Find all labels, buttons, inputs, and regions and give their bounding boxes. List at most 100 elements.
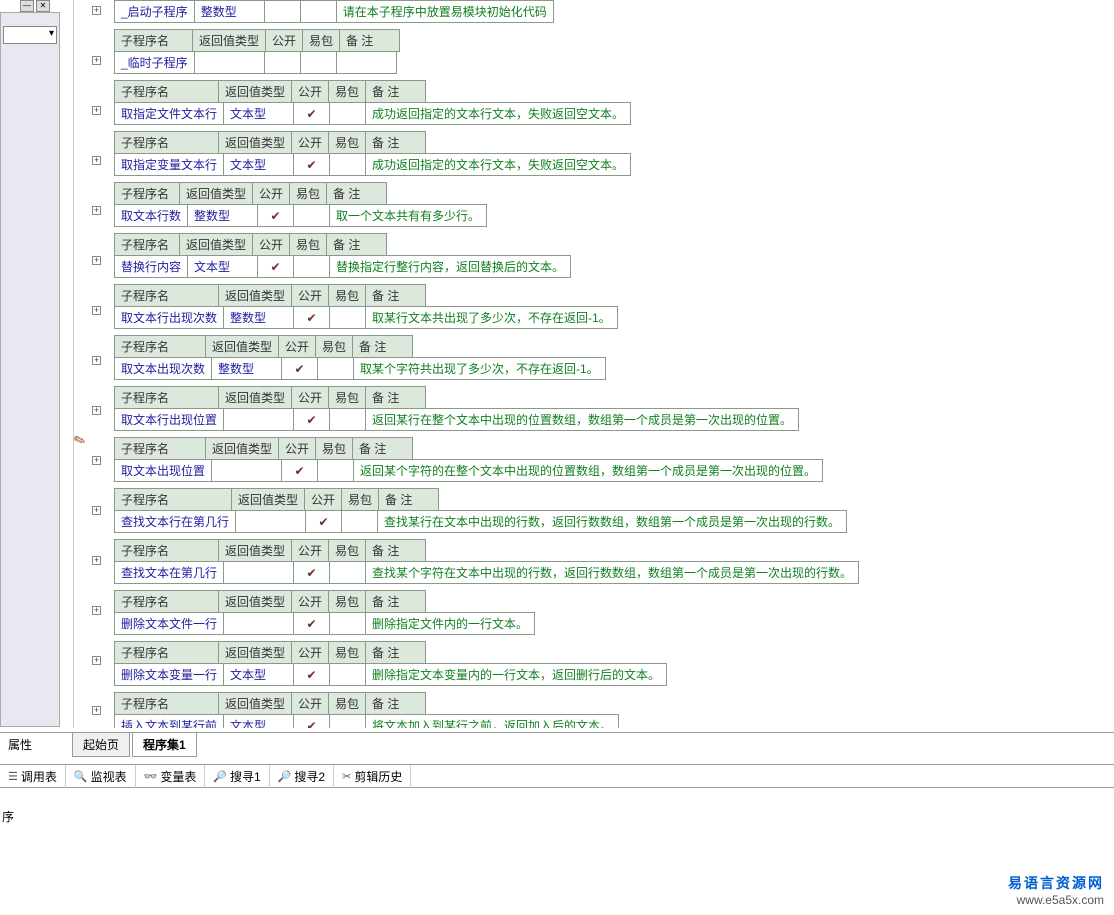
expand-button[interactable]: +	[92, 306, 101, 315]
subroutine-row[interactable]: 取文本行数整数型✔ 取一个文本共有有多少行。	[114, 204, 487, 227]
expand-button[interactable]: +	[92, 106, 101, 115]
sub-package[interactable]	[318, 460, 354, 482]
sub-comment[interactable]: 取某个字符共出现了多少次，不存在返回-1。	[354, 358, 606, 380]
sub-comment[interactable]: 取某行文本共出现了多少次，不存在返回-1。	[366, 307, 618, 329]
expand-button[interactable]: +	[92, 406, 101, 415]
sub-package[interactable]	[300, 1, 336, 23]
expand-button[interactable]: +	[92, 256, 101, 265]
sub-name[interactable]: 查找文本在第几行	[115, 562, 224, 584]
sub-public[interactable]: ✔	[258, 205, 294, 227]
sub-comment[interactable]: 成功返回指定的文本行文本，失败返回空文本。	[366, 154, 631, 176]
sub-comment[interactable]: 请在本子程序中放置易模块初始化代码	[336, 1, 553, 23]
sub-public[interactable]: ✔	[294, 664, 330, 686]
sub-package[interactable]	[342, 511, 378, 533]
minimize-button[interactable]: —	[20, 0, 34, 12]
tool-tab-监视表[interactable]: 🔍监视表	[66, 765, 136, 788]
sub-name[interactable]: _启动子程序	[115, 1, 195, 23]
sub-package[interactable]	[294, 256, 330, 278]
subroutine-row[interactable]: 删除文本变量一行文本型✔ 删除指定文本变量内的一行文本，返回删行后的文本。	[114, 663, 667, 686]
sub-package[interactable]	[300, 52, 336, 74]
sub-public[interactable]	[264, 52, 300, 74]
expand-button[interactable]: +	[92, 6, 101, 15]
subroutine-row[interactable]: _临时子程序	[114, 51, 397, 74]
sub-name[interactable]: 替换行内容	[115, 256, 188, 278]
sub-public[interactable]: ✔	[294, 562, 330, 584]
sub-public[interactable]	[264, 1, 300, 23]
subroutine-row[interactable]: 删除文本文件一行 ✔ 删除指定文件内的一行文本。	[114, 612, 535, 635]
sub-public[interactable]: ✔	[282, 460, 318, 482]
subroutine-row[interactable]: _启动子程序整数型 请在本子程序中放置易模块初始化代码	[114, 0, 554, 23]
sub-package[interactable]	[330, 613, 366, 635]
expand-button[interactable]: +	[92, 356, 101, 365]
sub-return-type[interactable]: 文本型	[224, 154, 294, 176]
sub-name[interactable]: 取指定变量文本行	[115, 154, 224, 176]
subroutine-row[interactable]: 查找文本在第几行 ✔ 查找某个字符在文本中出现的行数，返回行数数组，数组第一个成员是…	[114, 561, 859, 584]
sub-name[interactable]: 查找文本行在第几行	[115, 511, 236, 533]
sub-return-type[interactable]: 整数型	[188, 205, 258, 227]
sub-comment[interactable]: 查找某个字符在文本中出现的行数，返回行数数组，数组第一个成员是第一次出现的行数。	[366, 562, 859, 584]
sub-return-type[interactable]: 整数型	[212, 358, 282, 380]
sub-comment[interactable]: 删除指定文本变量内的一行文本，返回删行后的文本。	[366, 664, 667, 686]
sub-comment[interactable]: 替换指定行整行内容，返回替换后的文本。	[330, 256, 571, 278]
sub-name[interactable]: 取文本行数	[115, 205, 188, 227]
sub-public[interactable]: ✔	[294, 715, 330, 729]
sub-comment[interactable]	[336, 52, 396, 74]
sub-name[interactable]: 取指定文件文本行	[115, 103, 224, 125]
tab-start-page[interactable]: 起始页	[72, 733, 130, 757]
expand-button[interactable]: +	[92, 656, 101, 665]
sub-comment[interactable]: 将文本加入到某行之前，返回加入后的文本。	[366, 715, 619, 729]
properties-dropdown[interactable]	[3, 26, 57, 44]
sub-package[interactable]	[330, 307, 366, 329]
sub-package[interactable]	[330, 664, 366, 686]
sub-name[interactable]: 删除文本变量一行	[115, 664, 224, 686]
subroutine-row[interactable]: 查找文本行在第几行 ✔ 查找某行在文本中出现的行数，返回行数数组，数组第一个成员是第…	[114, 510, 847, 533]
sub-comment[interactable]: 返回某个字符的在整个文本中出现的位置数组，数组第一个成员是第一次出现的位置。	[354, 460, 823, 482]
subroutine-row[interactable]: 替换行内容文本型✔ 替换指定行整行内容，返回替换后的文本。	[114, 255, 571, 278]
sub-return-type[interactable]: 文本型	[188, 256, 258, 278]
sub-package[interactable]	[330, 154, 366, 176]
sub-comment[interactable]: 返回某行在整个文本中出现的位置数组，数组第一个成员是第一次出现的位置。	[366, 409, 799, 431]
sub-public[interactable]: ✔	[306, 511, 342, 533]
expand-button[interactable]: +	[92, 156, 101, 165]
expand-button[interactable]: +	[92, 706, 101, 715]
code-editor[interactable]: _启动子程序整数型请在本子程序中放置易模块初始化代码子程序名返回值类型公开易包备…	[90, 0, 1114, 728]
subroutine-row[interactable]: 取指定文件文本行文本型✔成功返回指定的文本行文本，失败返回空文本。	[114, 102, 631, 125]
sub-package[interactable]	[330, 715, 366, 729]
sub-return-type[interactable]: 文本型	[224, 103, 294, 125]
sub-return-type[interactable]	[224, 613, 294, 635]
sub-comment[interactable]: 删除指定文件内的一行文本。	[366, 613, 535, 635]
sub-public[interactable]: ✔	[294, 154, 330, 176]
sub-return-type[interactable]: 整数型	[224, 307, 294, 329]
subroutine-row[interactable]: 取文本出现位置✔返回某个字符的在整个文本中出现的位置数组，数组第一个成员是第一次…	[114, 459, 823, 482]
subroutine-row[interactable]: 取指定变量文本行文本型✔ 成功返回指定的文本行文本，失败返回空文本。	[114, 153, 631, 176]
sub-name[interactable]: 插入文本到某行前	[115, 715, 224, 729]
sub-package[interactable]	[330, 103, 366, 125]
sub-name[interactable]: 取文本行出现位置	[115, 409, 224, 431]
sub-comment[interactable]: 查找某行在文本中出现的行数，返回行数数组，数组第一个成员是第一次出现的行数。	[378, 511, 847, 533]
sub-comment[interactable]: 成功返回指定的文本行文本，失败返回空文本。	[366, 103, 631, 125]
sub-comment[interactable]: 取一个文本共有有多少行。	[330, 205, 487, 227]
sub-public[interactable]: ✔	[282, 358, 318, 380]
sub-return-type[interactable]: 整数型	[194, 1, 264, 23]
tool-tab-剪辑历史[interactable]: ✂剪辑历史	[334, 765, 411, 788]
close-button[interactable]: ✕	[36, 0, 50, 12]
subroutine-row[interactable]: 取文本行出现位置✔返回某行在整个文本中出现的位置数组，数组第一个成员是第一次出现…	[114, 408, 799, 431]
tool-tab-变量表[interactable]: 👓变量表	[136, 765, 206, 788]
sub-return-type[interactable]	[212, 460, 282, 482]
sub-name[interactable]: 删除文本文件一行	[115, 613, 224, 635]
sub-public[interactable]: ✔	[294, 613, 330, 635]
subroutine-row[interactable]: 插入文本到某行前文本型✔ 将文本加入到某行之前，返回加入后的文本。	[114, 714, 619, 728]
sub-package[interactable]	[330, 562, 366, 584]
sub-return-type[interactable]	[236, 511, 306, 533]
tool-tab-搜寻2[interactable]: 🔎搜寻2	[270, 765, 334, 788]
sub-return-type[interactable]	[224, 409, 294, 431]
expand-button[interactable]: +	[92, 556, 101, 565]
sub-return-type[interactable]: 文本型	[224, 664, 294, 686]
expand-button[interactable]: +	[92, 456, 101, 465]
tab-program-set[interactable]: 程序集1	[132, 733, 197, 757]
expand-button[interactable]: +	[92, 606, 101, 615]
sub-return-type[interactable]	[224, 562, 294, 584]
sub-return-type[interactable]: 文本型	[224, 715, 294, 729]
sub-public[interactable]: ✔	[258, 256, 294, 278]
sub-name[interactable]: 取文本出现次数	[115, 358, 212, 380]
